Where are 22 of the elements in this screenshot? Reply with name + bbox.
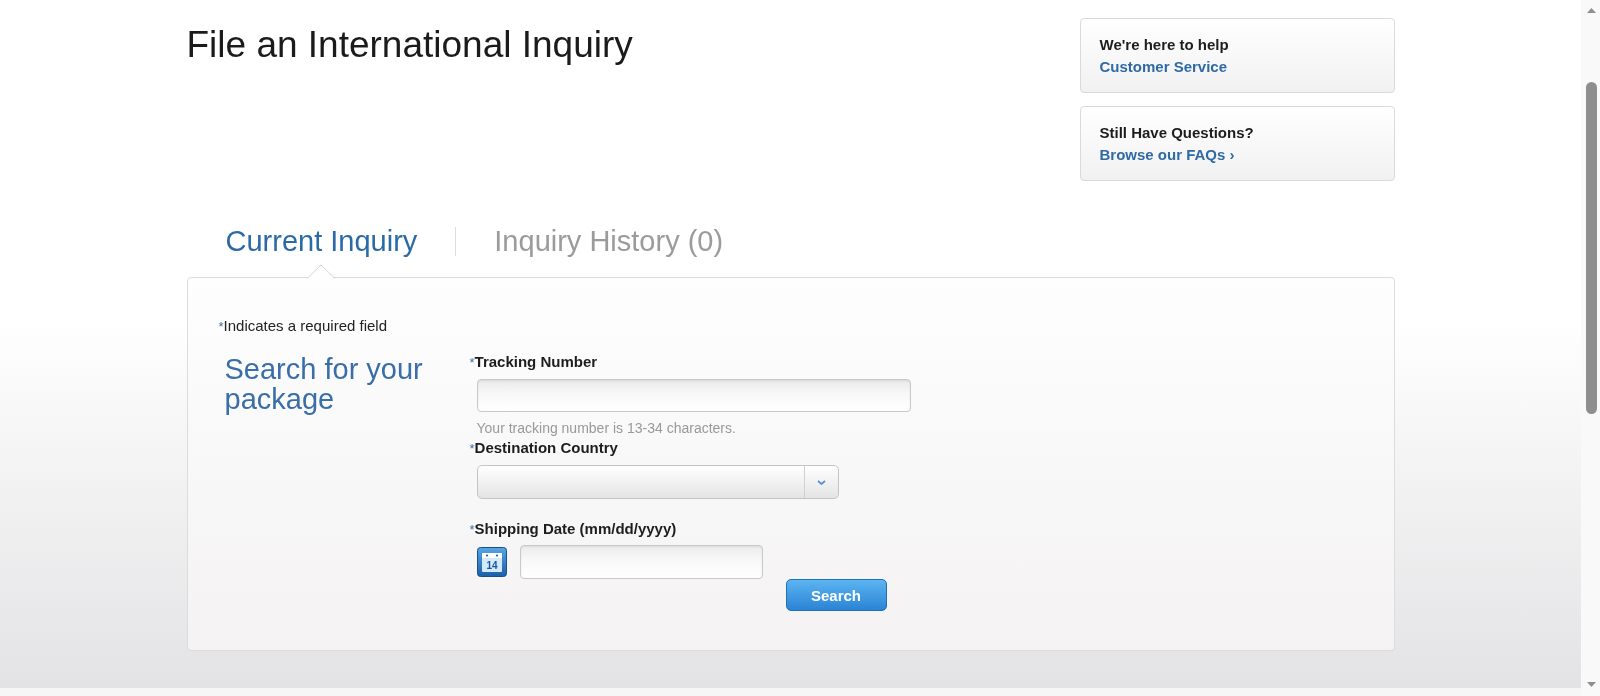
- help-card-title: Still Have Questions?: [1099, 123, 1254, 143]
- form-heading: Search for your package: [224, 353, 424, 414]
- page-title: File an International Inquiry: [186, 23, 633, 67]
- tab[interactable]: Inquiry History (0): [456, 223, 762, 259]
- calendar-icon[interactable]: 14: [476, 547, 507, 577]
- field-label: *Tracking Number: [469, 353, 598, 372]
- scroll-up-icon[interactable]: [1586, 8, 1596, 13]
- date-input-field[interactable]: [519, 545, 763, 579]
- help-card-link[interactable]: Browse our FAQs ›: [1099, 144, 1235, 166]
- search-button[interactable]: Search: [785, 579, 887, 611]
- field-label: *Destination Country: [469, 439, 618, 458]
- required-field-note: *Indicates a required field: [218, 317, 388, 336]
- help-card-link[interactable]: Customer Service: [1099, 56, 1228, 78]
- scroll-down-icon[interactable]: [1586, 682, 1596, 687]
- field-label: *Shipping Date (mm/dd/yyyy): [469, 520, 677, 539]
- input-field[interactable]: [476, 379, 911, 412]
- field-hint: Your tracking number is 13-34 characters.: [476, 420, 736, 437]
- scrollbar-thumb[interactable]: [1585, 82, 1597, 414]
- tab[interactable]: Current Inquiry: [187, 223, 456, 259]
- chevron-down-icon: [816, 479, 826, 485]
- select-field[interactable]: [476, 465, 839, 499]
- help-card-title: We're here to help: [1099, 35, 1229, 55]
